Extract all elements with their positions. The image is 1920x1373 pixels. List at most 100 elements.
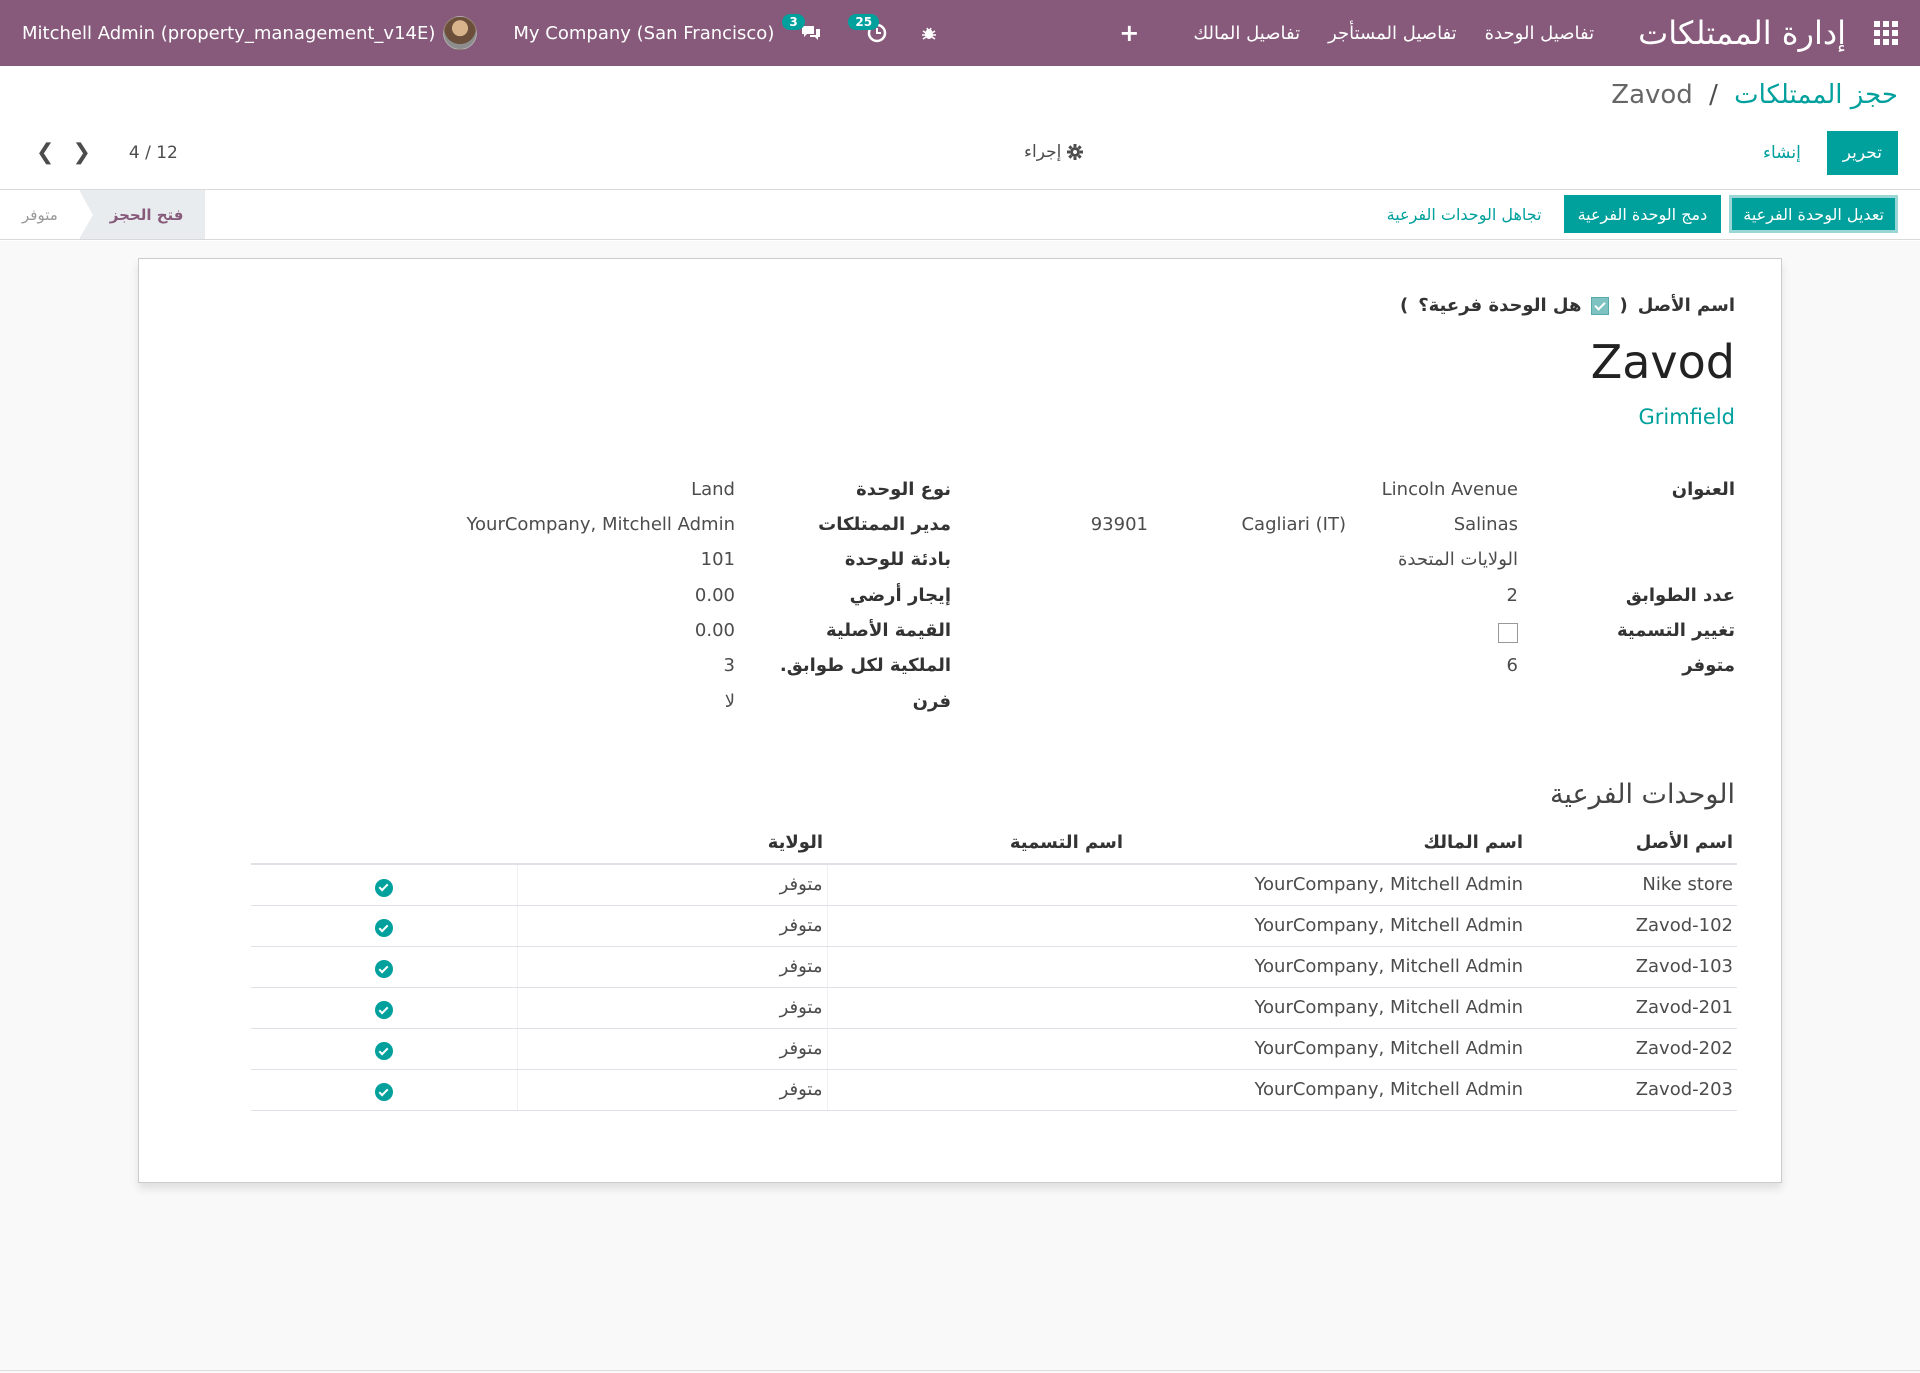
- apps-menu-icon[interactable]: [1874, 21, 1898, 45]
- row-asset-name: Zavod-102: [1527, 905, 1737, 947]
- pager-value[interactable]: 4 / 12: [129, 143, 178, 163]
- per-floor-value: 3: [723, 655, 735, 676]
- street-value: Lincoln Avenue: [1381, 479, 1518, 500]
- company-switcher[interactable]: My Company (San Francisco): [513, 23, 774, 44]
- app-brand[interactable]: إدارة الممتلكات: [1638, 14, 1846, 52]
- rename-checkbox[interactable]: [1498, 623, 1518, 643]
- modify-subunit-button[interactable]: تعديل الوحدة الفرعية: [1729, 195, 1898, 233]
- check-circle-icon[interactable]: [374, 878, 393, 897]
- col-owner-name[interactable]: اسم المالك: [1127, 824, 1527, 865]
- is-subunit-checkbox[interactable]: [1591, 296, 1610, 315]
- menu-unit-details[interactable]: تفاصيل الوحدة: [1485, 23, 1594, 44]
- action-menu[interactable]: إجراء: [1024, 142, 1084, 162]
- per-floor-label: الملكية لكل طوابق.: [779, 655, 951, 676]
- city-value: Salinas: [1453, 514, 1518, 535]
- row-asset-name: Zavod-201: [1527, 987, 1737, 1029]
- address-label: العنوان: [1671, 479, 1735, 500]
- action-label: إجراء: [1024, 142, 1062, 162]
- menu-tenant-details[interactable]: تفاصيل المستأجر: [1328, 23, 1457, 44]
- user-menu[interactable]: Mitchell Admin (property_management_v14E…: [22, 16, 478, 50]
- menu-owner-details[interactable]: تفاصيل المالك: [1193, 23, 1300, 44]
- table-row[interactable]: Zavod-202 YourCompany, Mitchell Admin مت…: [251, 1028, 1737, 1070]
- floors-value: 2: [1506, 585, 1518, 606]
- table-row[interactable]: Zavod-203 YourCompany, Mitchell Admin مت…: [251, 1069, 1737, 1111]
- ground-rent-label: إيجار أرضي: [849, 585, 951, 606]
- check-circle-icon[interactable]: [374, 1001, 393, 1020]
- prefix-label: بادئة للوحدة: [844, 549, 951, 570]
- col-asset-name[interactable]: اسم الأصل: [1527, 824, 1737, 865]
- parent-property-link[interactable]: Grimfield: [1638, 405, 1735, 429]
- edit-button[interactable]: تحرير: [1826, 131, 1898, 175]
- activities-badge: 25: [848, 14, 880, 30]
- table-row[interactable]: Zavod-102 YourCompany, Mitchell Admin مت…: [251, 905, 1737, 947]
- available-value: 6: [1506, 655, 1518, 676]
- zip-value: 93901: [1090, 514, 1148, 535]
- check-circle-icon[interactable]: [374, 1042, 393, 1061]
- col-state[interactable]: الولاية: [517, 824, 827, 865]
- original-value-label: القيمة الأصلية: [825, 620, 951, 641]
- footer-divider: [0, 1370, 1920, 1371]
- messages-badge: 3: [782, 14, 805, 30]
- record-name: Zavod: [1590, 335, 1735, 389]
- manager-value[interactable]: YourCompany, Mitchell Admin: [466, 514, 735, 535]
- check-circle-icon[interactable]: [374, 960, 393, 979]
- subunits-table: اسم الأصل اسم المالك اسم التسمية الولاية…: [251, 824, 1737, 1111]
- user-avatar: [443, 16, 478, 50]
- breadcrumb: حجز الممتلكات / Zavod: [1611, 80, 1898, 110]
- country-value: الولايات المتحدة: [1397, 549, 1518, 570]
- check-circle-icon[interactable]: [374, 1083, 393, 1102]
- table-row[interactable]: Zavod-103 YourCompany, Mitchell Admin مت…: [251, 946, 1737, 988]
- row-label: [826, 946, 1127, 988]
- bug-icon: [922, 27, 937, 40]
- row-owner: YourCompany, Mitchell Admin: [1127, 905, 1527, 947]
- prefix-value: 101: [700, 549, 735, 570]
- chat-icon: [802, 26, 821, 40]
- table-row[interactable]: Zavod-201 YourCompany, Mitchell Admin مت…: [251, 987, 1737, 1029]
- row-state: متوفر: [516, 987, 827, 1029]
- debug-button[interactable]: [914, 18, 944, 48]
- breadcrumb-parent[interactable]: حجز الممتلكات: [1734, 80, 1898, 110]
- paren-open: (: [1619, 295, 1628, 316]
- row-state: متوفر: [516, 864, 827, 906]
- top-navbar: Mitchell Admin (property_management_v14E…: [0, 0, 1920, 66]
- ground-rent-value: 0.00: [694, 585, 735, 606]
- original-value-value: 0.00: [694, 620, 735, 641]
- rename-label: تغيير التسمية: [1616, 620, 1735, 641]
- pager-next-icon[interactable]: ❯: [72, 140, 90, 165]
- row-label: [826, 1028, 1127, 1070]
- manager-label: مدير الممتلكات: [818, 514, 951, 535]
- row-state: متوفر: [516, 905, 827, 947]
- stage-available[interactable]: متوفر: [0, 190, 80, 239]
- col-status-icon: [251, 824, 517, 865]
- activities-button[interactable]: 25: [848, 14, 892, 48]
- row-asset-name: Zavod-103: [1527, 946, 1737, 988]
- available-label: متوفر: [1682, 655, 1735, 676]
- user-name: Mitchell Admin (property_management_v14E…: [22, 22, 436, 44]
- row-owner: YourCompany, Mitchell Admin: [1127, 1028, 1527, 1070]
- oven-label: فرن: [912, 691, 951, 712]
- state-value: Cagliari (IT): [1241, 514, 1346, 535]
- row-state: متوفر: [516, 946, 827, 988]
- check-circle-icon[interactable]: [374, 919, 393, 938]
- table-row[interactable]: Nike store YourCompany, Mitchell Admin م…: [251, 864, 1737, 906]
- stage-open-booking[interactable]: فتح الحجز: [78, 190, 206, 239]
- paren-close: ): [1399, 295, 1409, 316]
- col-label-name[interactable]: اسم التسمية: [827, 824, 1127, 865]
- merge-subunit-button[interactable]: دمج الوحدة الفرعية: [1563, 195, 1722, 233]
- row-asset-name: Nike store: [1527, 864, 1737, 906]
- row-owner: YourCompany, Mitchell Admin: [1127, 864, 1527, 906]
- floors-label: عدد الطوابق: [1625, 585, 1735, 606]
- asset-name-label: اسم الأصل: [1637, 295, 1735, 316]
- stage-pipeline: متوفر فتح الحجز: [0, 190, 206, 239]
- oven-value: لا: [724, 691, 735, 712]
- pager-previous-icon[interactable]: ❮: [36, 140, 54, 165]
- gear-icon: [1067, 144, 1084, 160]
- row-label: [826, 864, 1127, 906]
- create-button[interactable]: إنشاء: [1747, 131, 1817, 175]
- row-asset-name: Zavod-202: [1527, 1028, 1737, 1070]
- quick-create-icon[interactable]: +: [1119, 19, 1139, 47]
- messages-button[interactable]: 3: [782, 14, 826, 48]
- breadcrumb-current: Zavod: [1611, 80, 1693, 110]
- ignore-subunits-button[interactable]: تجاهل الوحدات الفرعية: [1373, 195, 1556, 233]
- row-asset-name: Zavod-203: [1527, 1069, 1737, 1111]
